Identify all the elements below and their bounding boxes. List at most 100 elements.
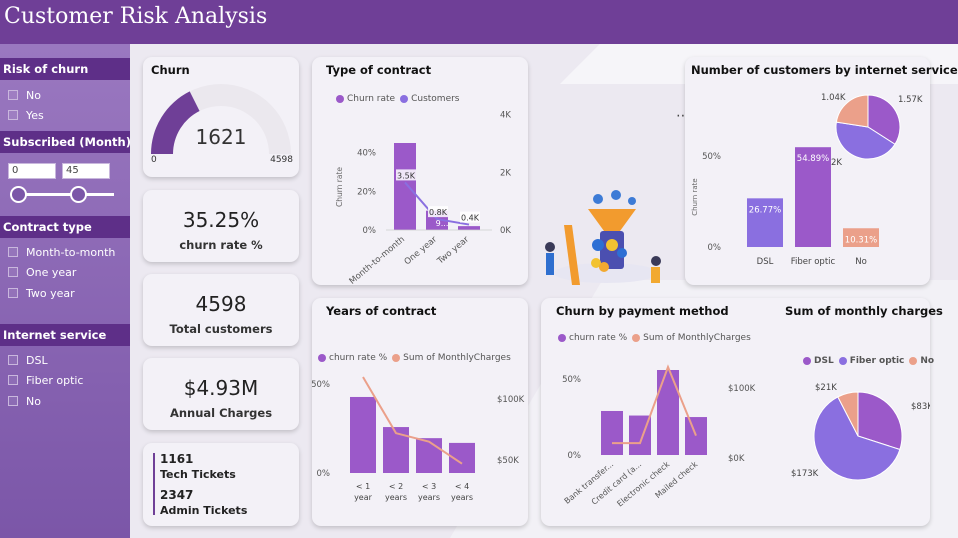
tick-label: 50% <box>312 380 330 390</box>
internet-service-chart: Churn rate 50% 0% 26.77% DSL 54.89% Fiber opti… <box>691 93 923 267</box>
churn-rate-card[interactable]: 35.25% churn rate % <box>143 190 299 262</box>
category-label: DSL <box>757 257 774 267</box>
category-label: < 2 <box>389 482 403 491</box>
data-label: 54.89% <box>797 154 829 164</box>
kpi-label: Total customers <box>169 322 273 336</box>
filter-option-dsl[interactable]: DSL <box>8 352 48 368</box>
page-title: Customer Risk Analysis <box>4 4 268 29</box>
funnel-analytics-illustration <box>545 190 661 285</box>
subscribed-slider-max-handle[interactable] <box>70 186 87 203</box>
category-label: years <box>385 493 407 502</box>
filter-option-one-year[interactable]: One year <box>8 264 76 280</box>
checkbox-icon[interactable] <box>8 247 18 257</box>
category-label: Two year <box>435 234 471 267</box>
category-label: < 4 <box>455 482 469 491</box>
gauge-max-label: 4598 <box>270 155 293 165</box>
bar <box>657 370 679 455</box>
filter-option-month-to-month[interactable]: Month-to-month <box>8 244 115 260</box>
years-of-contract-card[interactable]: Years of contract churn rate % Sum of Mo… <box>312 298 528 526</box>
data-label: 10.31% <box>845 235 877 245</box>
data-label: 3.5K <box>397 171 416 180</box>
category-label: < 3 <box>422 482 436 491</box>
data-label: 0.8K <box>429 208 448 217</box>
admin-tickets-label: Admin Tickets <box>160 504 248 517</box>
category-label: years <box>451 493 473 502</box>
annual-charges-card[interactable]: $4.93M Annual Charges <box>143 358 299 430</box>
bar <box>458 226 480 230</box>
checkbox-icon[interactable] <box>8 355 18 365</box>
checkbox-icon[interactable] <box>8 375 18 385</box>
slice-label: $83K <box>911 402 930 412</box>
tick-label: 4K <box>500 110 511 120</box>
payment-charges-card[interactable]: Churn by payment method churn rate % Sum… <box>541 298 943 526</box>
kpi-value: 4598 <box>195 292 247 316</box>
tick-label: $100K <box>497 395 525 405</box>
data-label: 0.4K <box>461 214 480 223</box>
tick-label: $50K <box>497 456 519 466</box>
years-chart: 50% 0% $100K $50K < 1 year < 2 years < 3 years < 4… <box>312 376 525 502</box>
admin-tickets-value: 2347 <box>160 488 194 502</box>
slice-label: $21K <box>815 383 837 393</box>
slice-label: 2K <box>831 158 842 168</box>
bar <box>416 438 442 473</box>
category-label: years <box>418 493 440 502</box>
bar <box>601 410 623 455</box>
tick-label: 50% <box>562 375 581 385</box>
internet-service-card[interactable]: Number of customers by internet service … <box>685 57 958 285</box>
filter-heading-contract: Contract type <box>0 216 130 238</box>
category-label: One year <box>403 234 440 267</box>
churn-gauge-card[interactable]: Churn 1621 0 4598 <box>143 57 299 177</box>
tick-label: $100K <box>728 384 756 394</box>
subscribed-min-input[interactable]: 0 <box>8 163 56 179</box>
contract-chart: Churn rate 40% 20% 0% 4K 2K 0K Month-to-monthOn… <box>335 110 511 285</box>
tick-label: $0K <box>728 454 745 464</box>
y-axis-label: Churn rate <box>691 178 699 215</box>
tick-label: 50% <box>702 152 721 162</box>
category-label: Bank transfer... <box>563 460 616 506</box>
tick-label: 2K <box>500 169 511 179</box>
slice-label: $173K <box>791 469 819 479</box>
checkbox-icon[interactable] <box>8 288 18 298</box>
y-axis-label: Churn rate <box>335 167 344 207</box>
tick-label: 0K <box>500 226 511 236</box>
category-label: Fiber optic <box>791 257 836 267</box>
filter-heading-internet: Internet service <box>0 324 130 346</box>
slice-label: 1.04K <box>821 93 846 103</box>
bar <box>394 143 416 230</box>
filter-option-risk-yes[interactable]: Yes <box>8 107 44 123</box>
category-label: No <box>855 257 867 267</box>
kpi-label: churn rate % <box>179 238 263 252</box>
subscribed-slider-min-handle[interactable] <box>10 186 27 203</box>
category-label: < 1 <box>356 482 370 491</box>
subscribed-slider-track[interactable] <box>18 193 114 196</box>
filter-option-no-internet[interactable]: No <box>8 393 41 409</box>
gauge-min-label: 0 <box>151 155 157 165</box>
tick-label: 0% <box>363 226 377 236</box>
filter-option-two-year[interactable]: Two year <box>8 285 75 301</box>
type-of-contract-card[interactable]: Type of contract Churn rate Customers Ch… <box>312 57 528 285</box>
tick-label: 40% <box>357 149 376 159</box>
category-label: Month-to-month <box>348 235 407 285</box>
kpi-value: $4.93M <box>183 376 259 400</box>
filter-option-risk-no[interactable]: No <box>8 87 41 103</box>
kpi-value: 35.25% <box>182 208 260 232</box>
tech-tickets-label: Tech Tickets <box>160 468 236 481</box>
checkbox-icon[interactable] <box>8 267 18 277</box>
tick-label: 0% <box>708 243 722 253</box>
kpi-label: Annual Charges <box>169 406 273 420</box>
bar <box>350 396 376 473</box>
bar <box>685 417 707 455</box>
tickets-card[interactable]: 1161 Tech Tickets 2347 Admin Tickets <box>143 443 299 526</box>
checkbox-icon[interactable] <box>8 90 18 100</box>
series-line <box>362 376 463 465</box>
category-label: year <box>354 493 373 502</box>
checkbox-icon[interactable] <box>8 396 18 406</box>
data-label: 9... <box>436 219 449 228</box>
checkbox-icon[interactable] <box>8 110 18 120</box>
tick-label: 20% <box>357 187 376 197</box>
filter-option-fiber[interactable]: Fiber optic <box>8 372 83 388</box>
series-line <box>612 364 697 445</box>
subscribed-max-input[interactable]: 45 <box>62 163 110 179</box>
ticket-divider <box>153 453 155 515</box>
total-customers-card[interactable]: 4598 Total customers <box>143 274 299 346</box>
